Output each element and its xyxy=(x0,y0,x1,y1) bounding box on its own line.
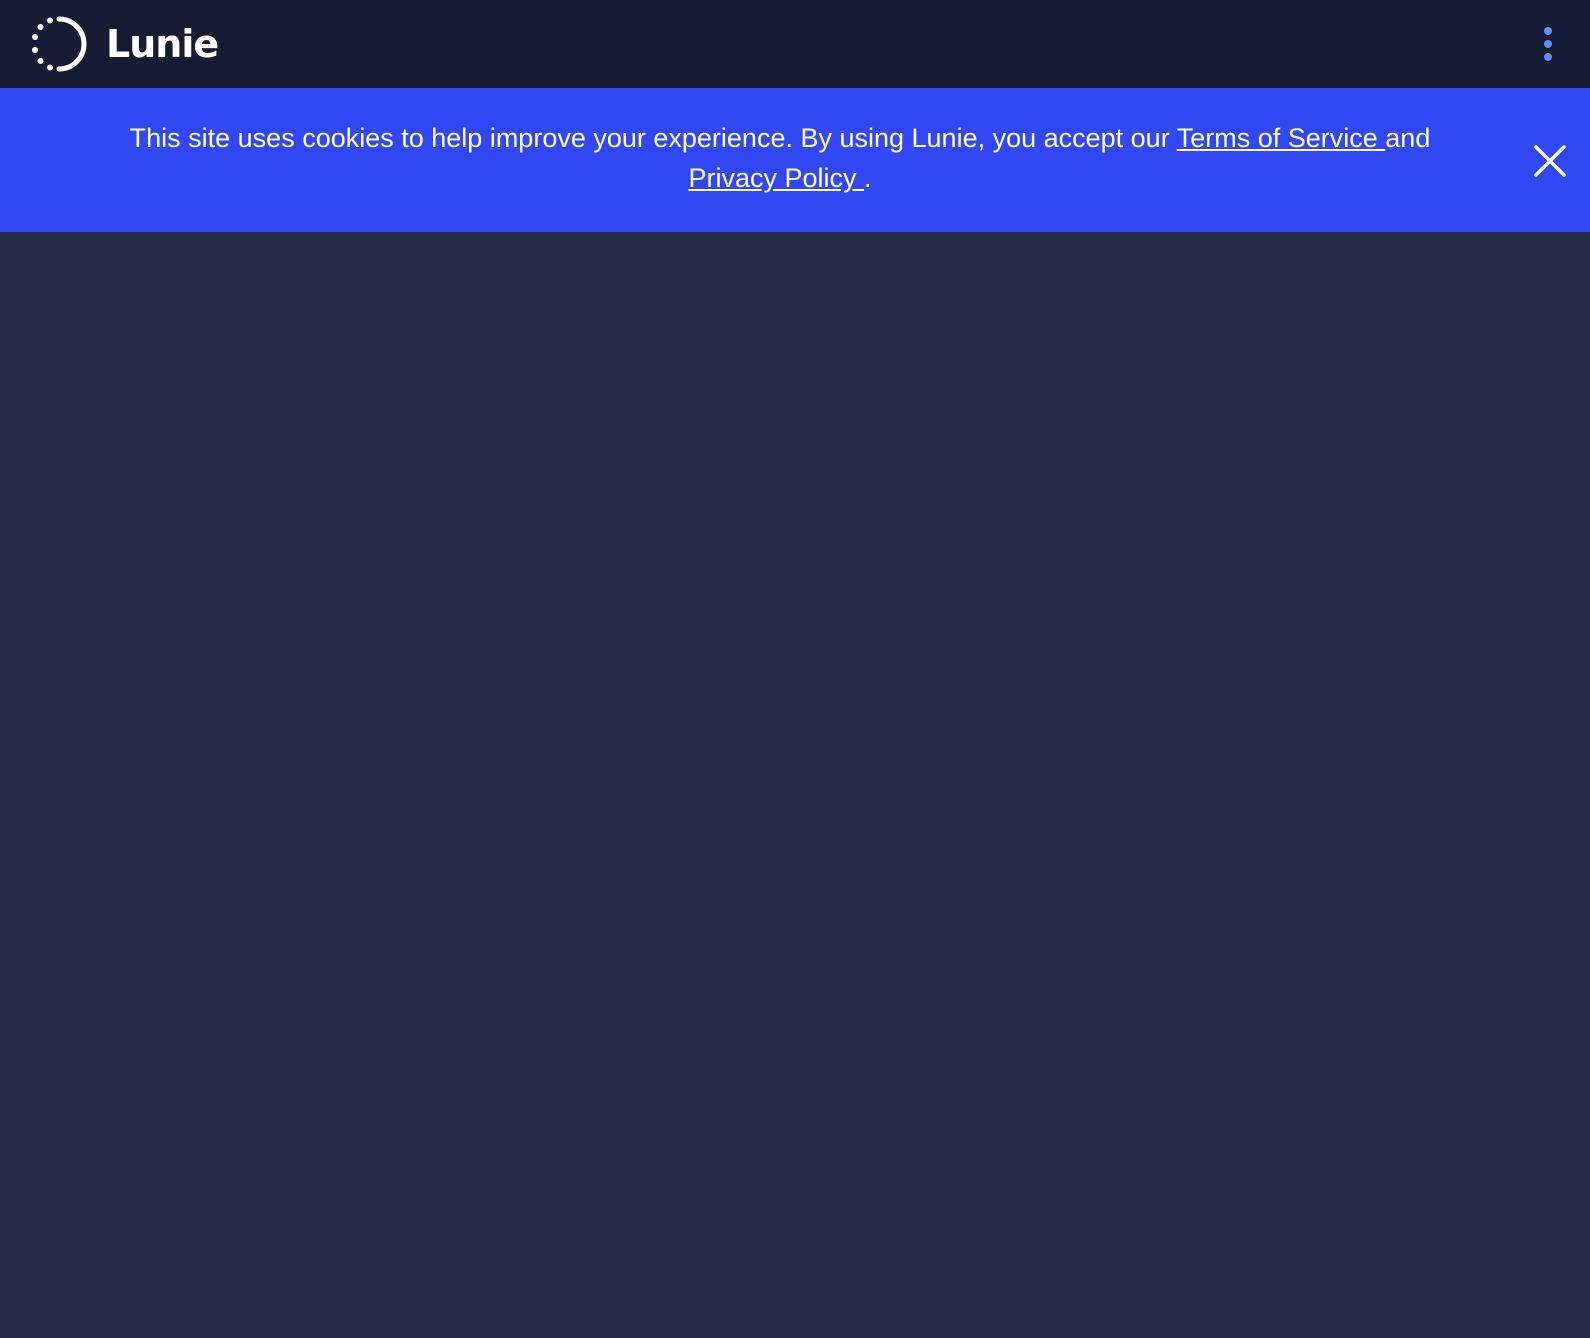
cookie-text-before: This site uses cookies to help improve y… xyxy=(129,123,1177,153)
top-navigation-bar: Lunie xyxy=(0,0,1590,88)
privacy-policy-link[interactable]: Privacy Policy xyxy=(688,163,864,193)
terms-of-service-link[interactable]: Terms of Service xyxy=(1177,123,1386,153)
lunie-logo-icon xyxy=(30,15,88,73)
vertical-dots-icon xyxy=(1544,40,1552,48)
vertical-dots-icon xyxy=(1544,27,1552,35)
cookie-text-middle: and xyxy=(1385,123,1431,153)
brand-logo-link[interactable]: Lunie xyxy=(30,0,219,88)
more-options-button[interactable] xyxy=(1534,22,1562,66)
cookie-banner: This site uses cookies to help improve y… xyxy=(0,88,1590,232)
brand-name: Lunie xyxy=(106,22,219,66)
main-content-area xyxy=(0,232,1590,1338)
cookie-text-after: . xyxy=(864,163,872,193)
close-icon xyxy=(1531,142,1569,180)
vertical-dots-icon xyxy=(1544,53,1552,61)
close-cookie-banner-button[interactable] xyxy=(1531,142,1569,180)
cookie-message: This site uses cookies to help improve y… xyxy=(60,118,1500,198)
